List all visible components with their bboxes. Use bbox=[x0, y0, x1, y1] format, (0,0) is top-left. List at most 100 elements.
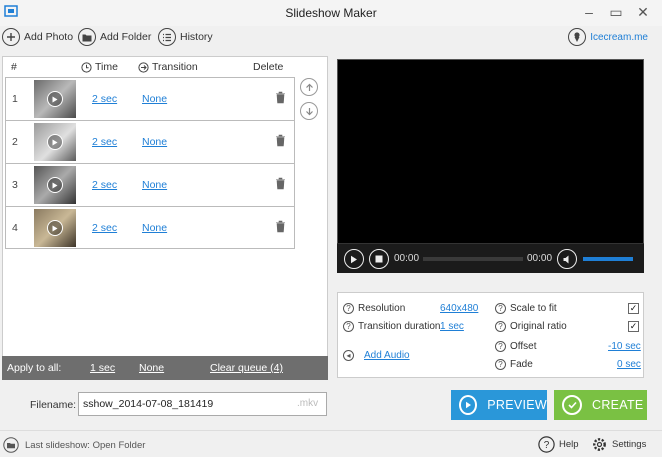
header-time: Time bbox=[81, 61, 118, 73]
row-number: 1 bbox=[12, 93, 18, 105]
help-button[interactable]: ? Help bbox=[538, 436, 579, 453]
move-down-button[interactable] bbox=[300, 102, 318, 120]
seek-bar[interactable] bbox=[423, 257, 523, 261]
maximize-button[interactable]: ▭ bbox=[605, 3, 627, 21]
last-slideshow[interactable]: Last slideshow: Open Folder bbox=[3, 437, 145, 453]
offset-link[interactable]: -10 sec bbox=[608, 341, 641, 352]
add-photo-label: Add Photo bbox=[24, 31, 74, 43]
apply-label: Apply to all: bbox=[7, 362, 62, 374]
add-photo-button[interactable]: Add Photo bbox=[2, 26, 73, 48]
row-number: 4 bbox=[12, 222, 18, 234]
row-time-link[interactable]: 2 sec bbox=[92, 93, 117, 105]
help-icon[interactable]: ? bbox=[343, 303, 354, 314]
help-icon[interactable]: ? bbox=[495, 321, 506, 332]
stop-button[interactable] bbox=[369, 249, 389, 269]
scale-to-fit-row: ? Scale to fit bbox=[495, 303, 557, 314]
video-preview bbox=[337, 59, 644, 273]
slide-thumbnail[interactable] bbox=[34, 166, 76, 204]
player-controls: 00:00 00:00 bbox=[337, 243, 644, 273]
slide-thumbnail[interactable] bbox=[34, 123, 76, 161]
play-icon bbox=[47, 91, 63, 107]
settings-label: Settings bbox=[612, 439, 647, 450]
scale-to-fit-label: Scale to fit bbox=[510, 303, 557, 314]
help-icon[interactable]: ? bbox=[495, 359, 506, 370]
header-time-label: Time bbox=[95, 61, 118, 73]
scale-to-fit-checkbox[interactable]: ✓ bbox=[628, 303, 639, 314]
volume-slider[interactable] bbox=[583, 257, 633, 261]
play-button[interactable] bbox=[344, 249, 364, 269]
transition-duration-link[interactable]: 1 sec bbox=[440, 321, 464, 332]
file-extension: .mkv bbox=[297, 398, 319, 409]
offset-row: ? Offset bbox=[495, 341, 537, 352]
preview-label: PREVIEW bbox=[487, 398, 547, 412]
svg-text:?: ? bbox=[544, 440, 550, 451]
apply-to-all-bar: Apply to all: 1 sec None Clear queue (4) bbox=[2, 356, 328, 380]
table-row[interactable]: 1 2 sec None bbox=[5, 77, 295, 120]
add-audio-row[interactable]: ◂ Add Audio bbox=[343, 350, 410, 361]
gear-icon bbox=[593, 438, 606, 451]
trash-icon[interactable] bbox=[275, 91, 286, 104]
current-time: 00:00 bbox=[394, 253, 420, 264]
settings-panel: ? Resolution 640x480 ? Transition durati… bbox=[337, 292, 644, 378]
slide-thumbnail[interactable] bbox=[34, 209, 76, 247]
slide-thumbnail[interactable] bbox=[34, 80, 76, 118]
table-row[interactable]: 3 2 sec None bbox=[5, 163, 295, 206]
preview-button[interactable]: PREVIEW bbox=[451, 390, 547, 420]
filename-input[interactable] bbox=[78, 392, 327, 416]
apply-transition-link[interactable]: None bbox=[139, 362, 164, 374]
create-button[interactable]: CREATE bbox=[554, 390, 647, 420]
fade-link[interactable]: 0 sec bbox=[617, 359, 641, 370]
transition-icon bbox=[138, 61, 149, 73]
minimize-button[interactable]: – bbox=[578, 3, 600, 21]
help-icon[interactable]: ? bbox=[343, 321, 354, 332]
speaker-icon bbox=[563, 255, 568, 263]
original-ratio-row: ? Original ratio bbox=[495, 321, 567, 332]
history-button[interactable]: History bbox=[158, 26, 213, 48]
row-transition-link[interactable]: None bbox=[142, 222, 167, 234]
icecream-link[interactable]: Icecream.me bbox=[568, 28, 648, 46]
list-header: # Time Transition Delete bbox=[3, 57, 329, 77]
original-ratio-checkbox[interactable]: ✓ bbox=[628, 321, 639, 332]
fade-label: Fade bbox=[510, 359, 533, 370]
row-transition-link[interactable]: None bbox=[142, 179, 167, 191]
transition-duration-label: Transition duration bbox=[358, 321, 441, 332]
row-time-link[interactable]: 2 sec bbox=[92, 222, 117, 234]
apply-time-link[interactable]: 1 sec bbox=[90, 362, 115, 374]
trash-icon[interactable] bbox=[275, 134, 286, 147]
play-icon bbox=[459, 395, 478, 415]
speaker-icon: ◂ bbox=[343, 350, 354, 361]
table-row[interactable]: 2 2 sec None bbox=[5, 120, 295, 163]
volume-button[interactable] bbox=[557, 249, 577, 269]
row-number: 2 bbox=[12, 136, 18, 148]
row-time-link[interactable]: 2 sec bbox=[92, 136, 117, 148]
resolution-row: ? Resolution bbox=[343, 303, 405, 314]
transition-duration-row: ? Transition duration bbox=[343, 321, 440, 332]
filename-label: Filename: bbox=[30, 399, 77, 411]
last-slideshow-label: Last slideshow: Open Folder bbox=[25, 439, 146, 451]
table-row[interactable]: 4 2 sec None bbox=[5, 206, 295, 249]
help-icon[interactable]: ? bbox=[495, 303, 506, 314]
add-folder-button[interactable]: Add Folder bbox=[78, 26, 151, 48]
trash-icon[interactable] bbox=[275, 220, 286, 233]
arrow-up-icon bbox=[305, 83, 313, 91]
slide-list-panel: # Time Transition Delete 1 2 sec None 2 … bbox=[2, 56, 328, 380]
plus-icon bbox=[2, 28, 20, 46]
folder-icon bbox=[3, 437, 19, 453]
settings-button[interactable]: Settings bbox=[591, 436, 646, 453]
header-transition: Transition bbox=[138, 61, 198, 73]
trash-icon[interactable] bbox=[275, 177, 286, 190]
resolution-link[interactable]: 640x480 bbox=[440, 303, 478, 314]
status-bar: Last slideshow: Open Folder ? Help Setti… bbox=[0, 430, 662, 457]
resolution-label: Resolution bbox=[358, 303, 406, 314]
add-audio-link[interactable]: Add Audio bbox=[364, 350, 410, 361]
move-up-button[interactable] bbox=[300, 78, 318, 96]
row-transition-link[interactable]: None bbox=[142, 93, 167, 105]
help-icon[interactable]: ? bbox=[495, 341, 506, 352]
original-ratio-label: Original ratio bbox=[510, 321, 567, 332]
row-transition-link[interactable]: None bbox=[142, 136, 167, 148]
row-time-link[interactable]: 2 sec bbox=[92, 179, 117, 191]
clear-queue-link[interactable]: Clear queue (4) bbox=[210, 362, 283, 374]
history-label: History bbox=[180, 31, 213, 43]
header-transition-label: Transition bbox=[152, 61, 198, 73]
close-button[interactable]: ✕ bbox=[632, 3, 654, 21]
